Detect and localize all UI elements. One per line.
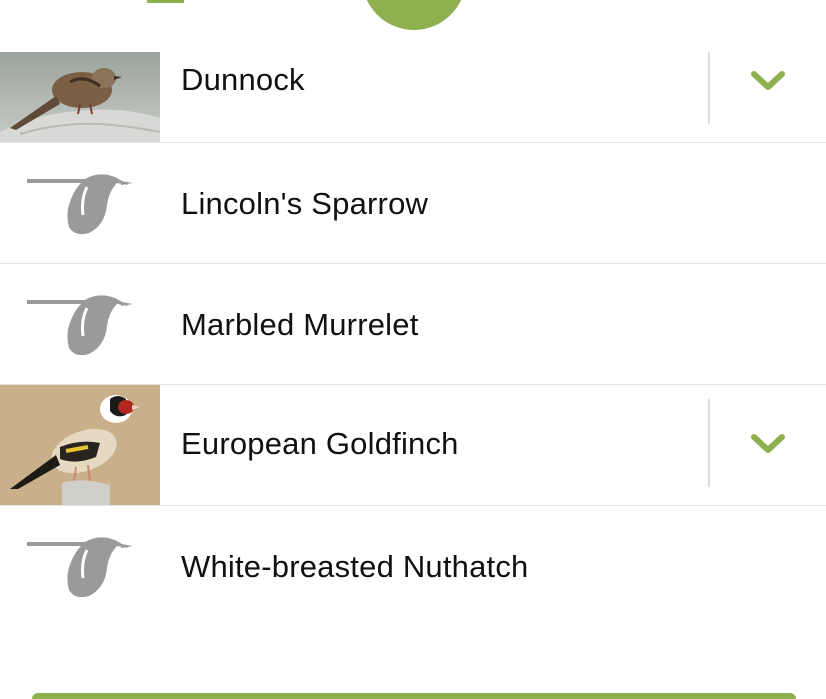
bird-list: Dunnock Lincoln's Sparrow Marbled Murrel… [0, 52, 826, 627]
bird-name: Lincoln's Sparrow [181, 186, 429, 221]
bird-list-screen: Dunnock Lincoln's Sparrow Marbled Murrel… [0, 0, 826, 699]
list-item[interactable]: White-breasted Nuthatch [0, 506, 826, 627]
bottom-action-bar[interactable] [32, 693, 796, 699]
placeholder-bird-icon [27, 174, 133, 235]
list-item[interactable]: European Goldfinch [0, 385, 826, 506]
row-divider [708, 399, 710, 487]
bird-placeholder [0, 294, 160, 358]
bird-name: Marbled Murrelet [181, 307, 419, 342]
row-divider [708, 52, 710, 124]
list-item[interactable]: Lincoln's Sparrow [0, 143, 826, 264]
list-item[interactable]: Dunnock [0, 52, 826, 143]
bird-name: European Goldfinch [181, 426, 459, 461]
bird-photo-dunnock [0, 52, 160, 142]
placeholder-bird-icon [27, 537, 133, 598]
expand-button[interactable] [740, 424, 796, 464]
bird-name: White-breasted Nuthatch [181, 549, 529, 584]
list-item[interactable]: Marbled Murrelet [0, 264, 826, 385]
chevron-down-icon [751, 71, 785, 90]
action-button[interactable] [362, 0, 466, 30]
chevron-down-icon [751, 434, 785, 453]
placeholder-bird-icon [27, 295, 133, 356]
bird-placeholder [0, 536, 160, 600]
bird-name: Dunnock [181, 62, 305, 97]
bird-photo-european-goldfinch [0, 385, 160, 505]
expand-button[interactable] [740, 61, 796, 101]
tab-indicator [147, 0, 184, 3]
bird-placeholder [0, 173, 160, 237]
